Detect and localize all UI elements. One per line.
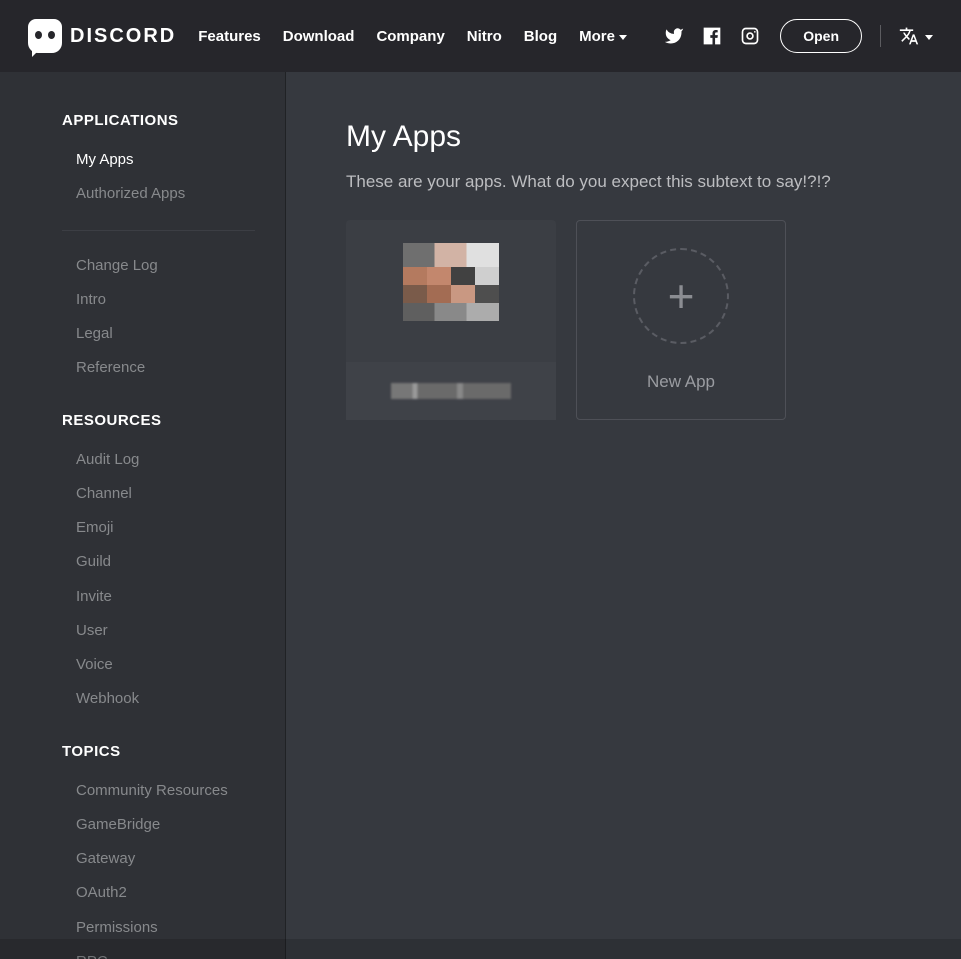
bottom-strip [0,939,961,959]
app-card-label [346,362,556,420]
brand-logo[interactable]: DISCORD [28,19,176,53]
brand-word: DISCORD [70,25,176,48]
sidebar-item-my-apps[interactable]: My Apps [0,143,285,177]
nav-links: Features Download Company Nitro Blog Mor… [198,28,627,45]
nav-divider [880,25,881,47]
sidebar-item-intro[interactable]: Intro [0,283,285,317]
app-cards: + New App [346,220,901,420]
nav-link-features[interactable]: Features [198,28,261,45]
sidebar-item-change-log[interactable]: Change Log [0,249,285,283]
sidebar-item-reference[interactable]: Reference [0,351,285,385]
discord-icon [28,19,62,53]
app-card[interactable] [346,220,556,420]
sidebar-item-legal[interactable]: Legal [0,317,285,351]
social-links [664,26,760,46]
sidebar-item-voice[interactable]: Voice [0,648,285,682]
new-app-label: New App [647,372,715,392]
open-button[interactable]: Open [780,19,862,53]
sidebar-item-guild[interactable]: Guild [0,545,285,579]
page-title: My Apps [346,120,901,154]
sidebar-item-gamebridge[interactable]: GameBridge [0,808,285,842]
sidebar-item-channel[interactable]: Channel [0,477,285,511]
sidebar[interactable]: APPLICATIONS My AppsAuthorized Apps Change… [0,72,286,959]
app-avatar-blurred [403,243,499,339]
sidebar-section-title: RESOURCES [0,412,285,429]
translate-icon [899,26,919,46]
sidebar-item-authorized-apps[interactable]: Authorized Apps [0,177,285,211]
twitter-icon[interactable] [664,26,684,46]
facebook-icon[interactable] [702,26,722,46]
top-nav: DISCORD Features Download Company Nitro … [0,0,961,72]
sidebar-section-title: APPLICATIONS [0,112,285,129]
new-app-card[interactable]: + New App [576,220,786,420]
sidebar-divider [62,230,255,231]
sidebar-item-community-resources[interactable]: Community Resources [0,774,285,808]
instagram-icon[interactable] [740,26,760,46]
app-name-blurred [391,383,511,399]
nav-link-more[interactable]: More [579,28,627,45]
content-area: My Apps These are your apps. What do you… [286,72,961,959]
nav-link-nitro[interactable]: Nitro [467,28,502,45]
page-subtext: These are your apps. What do you expect … [346,172,901,192]
sidebar-section-title: TOPICS [0,743,285,760]
plus-icon: + [633,248,729,344]
language-switch[interactable] [899,26,933,46]
shell: APPLICATIONSMy AppsAuthorized AppsChange… [0,72,961,959]
nav-link-blog[interactable]: Blog [524,28,557,45]
nav-link-more-label: More [579,28,615,45]
sidebar-item-emoji[interactable]: Emoji [0,511,285,545]
nav-link-company[interactable]: Company [376,28,444,45]
sidebar-item-user[interactable]: User [0,614,285,648]
nav-link-download[interactable]: Download [283,28,355,45]
sidebar-item-webhook[interactable]: Webhook [0,682,285,716]
sidebar-item-oauth2[interactable]: OAuth2 [0,876,285,910]
sidebar-item-gateway[interactable]: Gateway [0,842,285,876]
chevron-down-icon [925,35,933,40]
sidebar-item-invite[interactable]: Invite [0,580,285,614]
chevron-down-icon [619,35,627,40]
app-card-image [346,220,556,362]
sidebar-item-audit-log[interactable]: Audit Log [0,443,285,477]
